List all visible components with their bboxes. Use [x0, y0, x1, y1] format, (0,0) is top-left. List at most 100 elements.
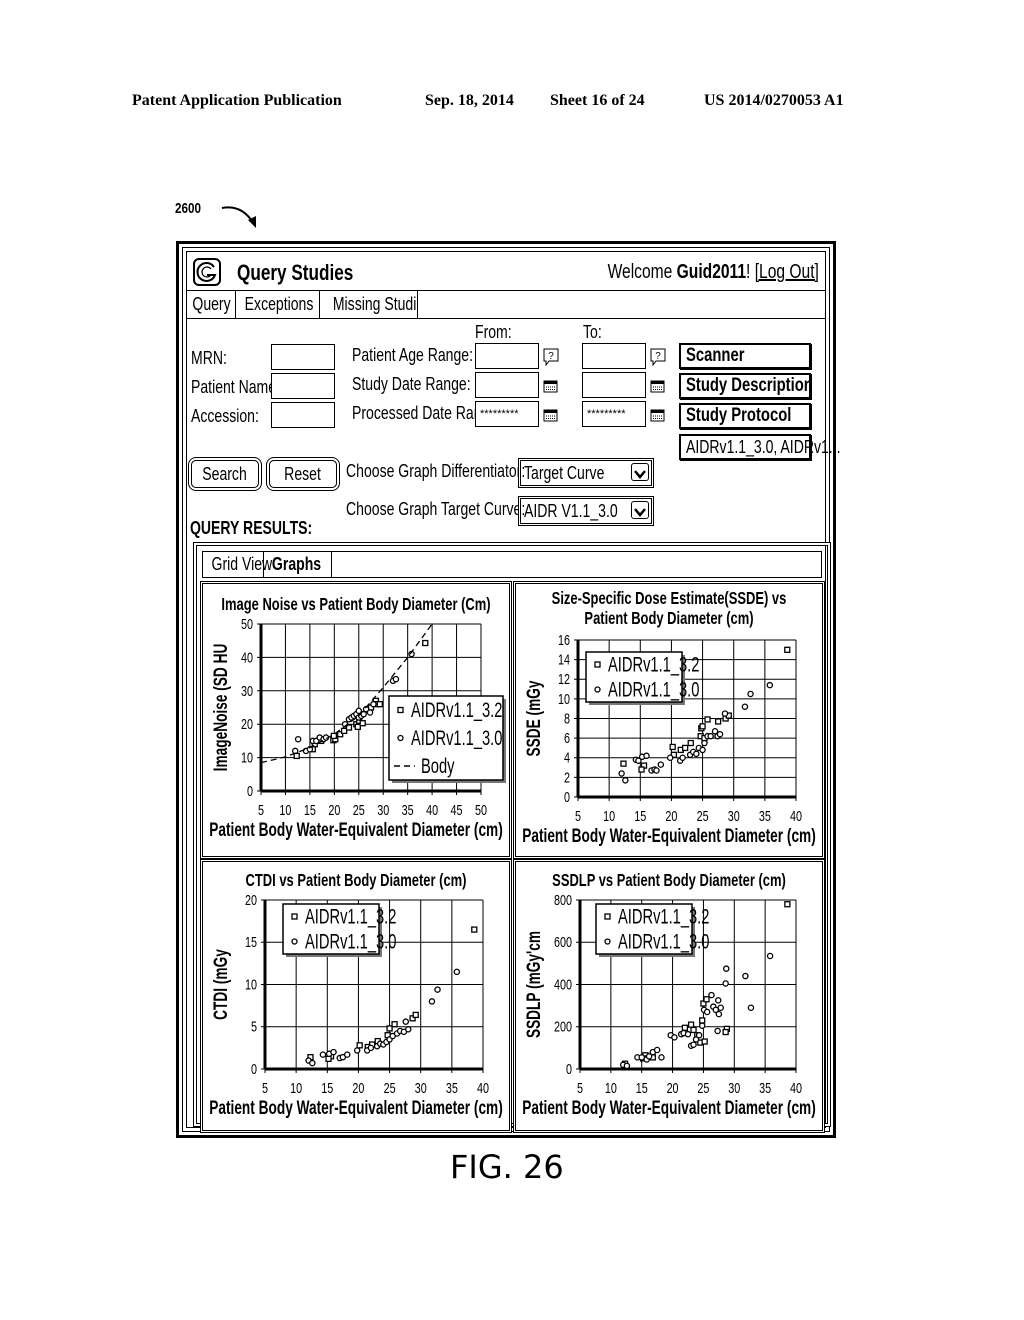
query-results-panel: Grid View Graphs Image Noise vs Patient …: [196, 545, 828, 1131]
accession-input[interactable]: [271, 402, 335, 428]
x-tick-label: 15: [634, 807, 646, 824]
chart-title: CTDI vs Patient Body Diameter (cm): [246, 871, 467, 891]
data-point-square: [669, 743, 676, 751]
data-point-circle: [741, 703, 749, 710]
search-button[interactable]: Search: [191, 460, 259, 488]
age-to-input[interactable]: [582, 343, 646, 369]
tab-graphs[interactable]: Graphs: [263, 552, 332, 577]
y-tick-label: 20: [241, 715, 253, 732]
tab-query[interactable]: Query: [187, 290, 236, 318]
graph-target-curve-select[interactable]: AIDR V1.1_3.0: [520, 498, 652, 524]
x-tick-label: 20: [352, 1079, 364, 1096]
logout-link[interactable]: [Log Out]: [755, 261, 819, 283]
study-date-from-input[interactable]: [475, 372, 539, 398]
tab-grid-view[interactable]: Grid View: [203, 552, 272, 577]
x-tick-label: 40: [790, 1079, 802, 1096]
query-results-heading: QUERY RESULTS:: [190, 518, 313, 538]
data-point-square: [701, 1038, 708, 1045]
patient-name-input[interactable]: [271, 373, 335, 399]
calendar-icon[interactable]: [543, 379, 558, 394]
data-point-square: [422, 639, 429, 647]
mrn-label: MRN:: [191, 348, 227, 368]
x-tick-label: 30: [728, 1079, 740, 1096]
data-point-square: [703, 996, 710, 1003]
age-from-input[interactable]: [475, 343, 539, 369]
ssde-chart: Size-Specific Dose Estimate(SSDE) vsPati…: [522, 589, 816, 847]
graph-differentiator-select[interactable]: Target Curve: [520, 460, 652, 486]
y-tick-label: 20: [245, 891, 257, 908]
y-tick-label: 40: [241, 649, 253, 666]
x-tick-label: 15: [636, 1079, 648, 1096]
data-point-circle: [766, 681, 774, 689]
data-point-square: [620, 760, 627, 767]
legend-marker-square: [397, 706, 404, 714]
data-point-square: [784, 646, 791, 653]
data-point-square: [359, 720, 366, 727]
study-date-to-input[interactable]: [582, 372, 646, 398]
mrn-input[interactable]: [271, 344, 335, 370]
data-point-circle: [717, 1004, 724, 1011]
data-point-square: [687, 739, 694, 747]
x-tick-label: 25: [697, 1079, 709, 1096]
data-point-circle: [309, 1059, 316, 1067]
x-tick-label: 35: [759, 807, 771, 824]
title-bar: Query Studies Welcome Guid2011! [Log Out…: [187, 252, 825, 291]
reference-arrow-icon: [221, 206, 256, 228]
data-point-circle: [693, 750, 700, 758]
data-point-square: [356, 1042, 363, 1049]
data-point-circle: [716, 730, 724, 738]
study-protocol-filter-button[interactable]: Study Protocol: [679, 403, 811, 429]
legend-label: AIDRv1.1_3.2: [411, 698, 502, 722]
data-point-circle: [294, 735, 302, 743]
welcome-message: Welcome Guid2011! [Log Out]: [548, 261, 819, 284]
x-tick-label: 10: [603, 807, 615, 824]
calendar-icon[interactable]: [650, 408, 665, 423]
data-point-circle: [343, 1051, 351, 1058]
legend-marker-circle: [594, 686, 601, 693]
y-tick-label: 14: [558, 651, 570, 668]
protocol-selection-field[interactable]: AIDRv1.1_3.0, AIDRv1...: [679, 434, 841, 460]
data-point-circle: [657, 761, 665, 768]
x-tick-label: 30: [377, 801, 389, 818]
y-tick-label: 0: [564, 788, 570, 805]
scanner-filter-button[interactable]: Scanner: [679, 343, 811, 369]
welcome-suffix: !: [746, 261, 755, 283]
x-tick-label: 20: [667, 1079, 679, 1096]
data-point-square: [391, 1021, 398, 1028]
data-point-circle: [699, 746, 706, 754]
processed-date-from-input[interactable]: *********: [475, 401, 539, 427]
image-noise-chart: Image Noise vs Patient Body Diameter (Cm…: [209, 595, 506, 841]
help-icon[interactable]: ?: [650, 348, 666, 366]
x-tick-label: 15: [321, 1079, 333, 1096]
calendar-icon[interactable]: [650, 379, 665, 394]
window-content: Query Studies Welcome Guid2011! [Log Out…: [186, 251, 841, 1131]
processed-date-to-input[interactable]: *********: [582, 401, 646, 427]
help-icon[interactable]: ?: [543, 348, 559, 366]
x-tick-label: 25: [697, 807, 709, 824]
legend-marker-circle: [291, 938, 298, 945]
x-tick-label: 15: [304, 801, 316, 818]
chevron-down-icon[interactable]: [631, 501, 649, 519]
y-tick-label: 5: [251, 1018, 257, 1035]
tab-missing-studies[interactable]: Missing Studies: [319, 290, 418, 318]
calendar-icon[interactable]: [543, 408, 558, 423]
publication-label: Patent Application Publication: [132, 92, 342, 109]
nav-tabs: Query Exceptions Missing Studies: [187, 290, 825, 319]
y-tick-label: 2: [564, 769, 570, 786]
tab-exceptions[interactable]: Exceptions: [235, 290, 320, 318]
data-point-circle: [747, 690, 754, 698]
data-point-square: [293, 752, 300, 760]
y-tick-label: 12: [558, 670, 570, 687]
study-description-filter-button[interactable]: Study Description: [679, 373, 813, 399]
data-point-circle: [366, 709, 374, 716]
publication-date: Sep. 18, 2014: [425, 92, 514, 109]
y-tick-label: 50: [241, 615, 253, 632]
y-tick-label: 800: [554, 891, 572, 908]
data-point-circle: [623, 1062, 631, 1070]
data-point-circle: [319, 1051, 327, 1058]
data-point-circle: [721, 710, 729, 717]
reset-button[interactable]: Reset: [269, 460, 337, 488]
chevron-down-icon[interactable]: [631, 463, 649, 481]
x-tick-label: 40: [426, 801, 438, 818]
x-tick-label: 25: [384, 1079, 396, 1096]
